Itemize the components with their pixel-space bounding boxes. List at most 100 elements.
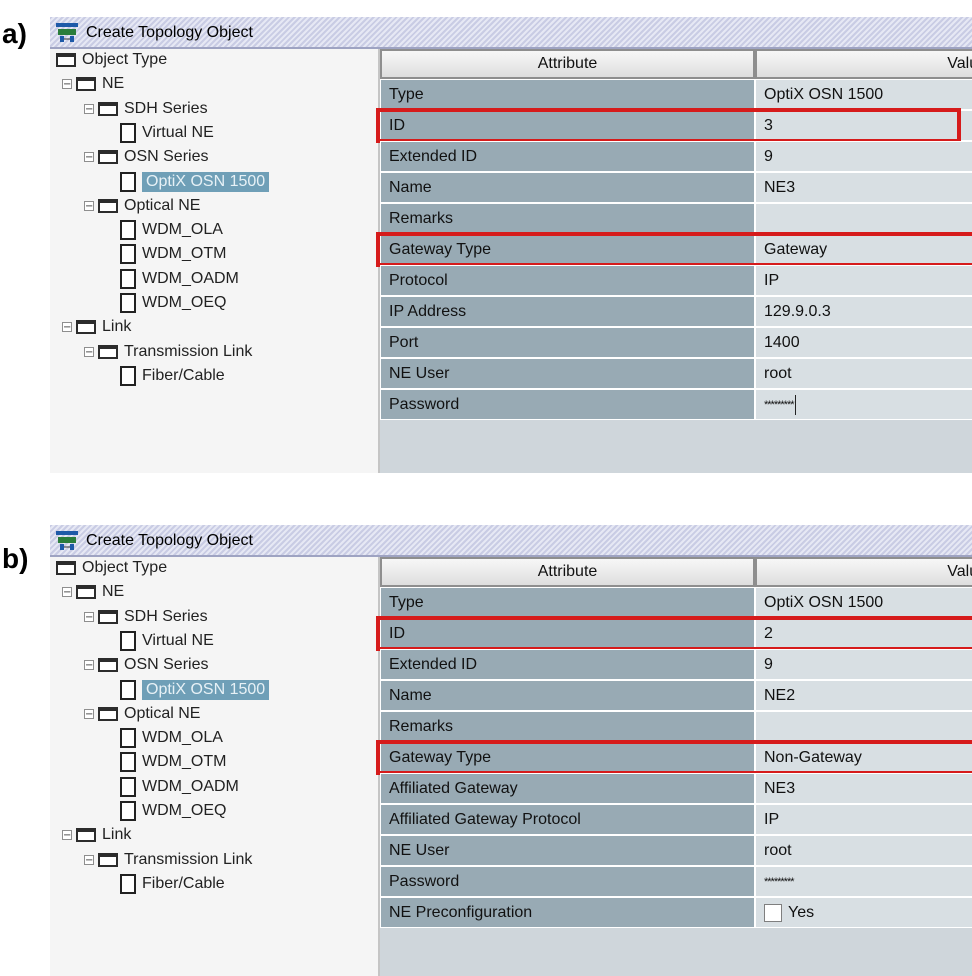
highlight-box (376, 740, 972, 775)
value-text: OptiX OSN 1500 (764, 593, 884, 611)
tree-node-label: WDM_OADM (142, 269, 239, 287)
value-text: NE3 (764, 779, 796, 797)
tree-node-label: WDM_OTM (142, 245, 227, 263)
tree-node-label: OSN Series (124, 148, 209, 166)
tree-node-label: WDM_OTM (142, 753, 227, 771)
value-cell[interactable]: root (755, 358, 972, 389)
collapse-toggle-icon[interactable]: − (84, 152, 94, 163)
tree-node-label: WDM_OLA (142, 729, 223, 747)
collapse-toggle-icon[interactable]: − (62, 322, 72, 333)
collapse-toggle-icon[interactable]: − (62, 830, 72, 841)
collapse-toggle-icon[interactable]: − (84, 611, 94, 622)
value-cell[interactable]: NE2 (755, 680, 972, 711)
tree-node[interactable]: − Transmission Link (84, 341, 252, 363)
attribute-grid: AttributeValueTypeOptiX OSN 1500ID3Exten… (376, 49, 972, 473)
tree-node-label: WDM_OEQ (142, 802, 227, 819)
topology-icon (56, 23, 78, 43)
folder-icon (98, 852, 118, 867)
collapse-toggle-icon[interactable]: − (84, 708, 94, 719)
collapse-toggle-icon[interactable]: − (84, 660, 94, 671)
header-value: Value (755, 557, 972, 587)
tree-node[interactable]: − Optical NE (84, 703, 200, 725)
tree-node-label: SDH Series (124, 607, 208, 625)
title-bar: Create Topology Object (50, 525, 972, 557)
tree-node[interactable]: − Transmission Link (84, 849, 252, 871)
value-cell[interactable]: 1400 (755, 327, 972, 358)
tree-node[interactable]: OptiX OSN 1500 (106, 679, 270, 701)
value-cell[interactable]: IP (755, 265, 972, 296)
attribute-cell: Password (380, 389, 755, 420)
collapse-toggle-icon[interactable]: − (84, 346, 94, 357)
tree-node[interactable]: WDM_OADM (106, 776, 239, 798)
tree-node[interactable]: − SDH Series (84, 98, 208, 120)
value-cell[interactable]: ********* (755, 389, 972, 420)
tree-node[interactable]: − SDH Series (84, 606, 208, 628)
tree-node[interactable]: − Link (62, 316, 131, 338)
tree-node[interactable]: − NE (62, 581, 124, 603)
folder-icon (56, 53, 76, 67)
value-cell[interactable]: 129.9.0.3 (755, 296, 972, 327)
value-text: IP (764, 810, 780, 828)
tree-node[interactable]: Object Type (56, 49, 167, 71)
folder-icon (56, 561, 76, 575)
value-cell[interactable]: OptiX OSN 1500 (755, 79, 972, 110)
document-icon (120, 220, 136, 241)
collapse-toggle-icon[interactable]: − (62, 587, 72, 598)
folder-icon (98, 609, 118, 624)
value-cell[interactable]: NE3 (755, 172, 972, 203)
value-text: OptiX OSN 1500 (764, 85, 884, 103)
value-cell[interactable]: Yes (755, 897, 972, 928)
tree-node[interactable]: WDM_OTM (106, 243, 226, 265)
value-cell[interactable]: 9 (755, 649, 972, 680)
panel-a-window: Create Topology Object Object Type − NE − SDH… (50, 17, 972, 473)
tree-node[interactable]: Fiber/Cable (106, 873, 225, 895)
value-text: NE3 (764, 178, 796, 196)
collapse-toggle-icon[interactable]: − (84, 103, 94, 114)
tree-node[interactable]: − OSN Series (84, 654, 208, 676)
value-cell[interactable]: OptiX OSN 1500 (755, 587, 972, 618)
value-cell[interactable]: ********* (755, 866, 972, 897)
tree-node[interactable]: WDM_OTM (106, 751, 226, 773)
tree-node[interactable]: WDM_OLA (106, 727, 223, 749)
tree-node[interactable]: Fiber/Cable (106, 365, 225, 387)
tree-node[interactable]: − OSN Series (84, 146, 208, 168)
value-cell[interactable]: IP (755, 804, 972, 835)
tree-node-label: OptiX OSN 1500 (142, 679, 270, 700)
collapse-toggle-icon[interactable]: − (84, 854, 94, 865)
attribute-cell: NE User (380, 358, 755, 389)
folder-icon (98, 150, 118, 165)
tree-node[interactable]: − Link (62, 824, 131, 846)
value-cell[interactable]: NE3 (755, 773, 972, 804)
tree-node[interactable]: WDM_OEQ (106, 800, 226, 822)
attribute-cell: IP Address (380, 296, 755, 327)
highlight-box (376, 108, 961, 143)
tree-node-label: Virtual NE (142, 123, 214, 141)
tree-node[interactable]: Object Type (56, 557, 167, 579)
value-cell[interactable] (755, 711, 972, 742)
highlight-box (376, 232, 972, 267)
collapse-toggle-icon[interactable]: − (62, 79, 72, 90)
tree-node[interactable]: OptiX OSN 1500 (106, 171, 270, 193)
preconfiguration-checkbox[interactable] (764, 903, 782, 922)
value-cell[interactable]: root (755, 835, 972, 866)
tree-node[interactable]: WDM_OADM (106, 268, 239, 290)
document-icon (120, 171, 136, 192)
value-cell[interactable]: 9 (755, 141, 972, 172)
attribute-cell: NE Preconfiguration (380, 897, 755, 928)
collapse-toggle-icon[interactable]: − (84, 200, 94, 211)
value-cell[interactable] (755, 203, 972, 234)
value-text: NE2 (764, 686, 796, 704)
tree-node[interactable]: Virtual NE (106, 630, 214, 652)
tree-node[interactable]: WDM_OLA (106, 219, 223, 241)
panel-a-label: a) (2, 18, 27, 49)
tree-node[interactable]: Virtual NE (106, 122, 214, 144)
attribute-cell: Extended ID (380, 141, 755, 172)
document-icon (120, 873, 136, 894)
tree-node[interactable]: − NE (62, 73, 124, 95)
attribute-grid: AttributeValueTypeOptiX OSN 1500ID2Exten… (376, 557, 972, 976)
tree-node-label: Fiber/Cable (142, 366, 225, 384)
tree-node[interactable]: WDM_OEQ (106, 292, 226, 314)
folder-icon (76, 828, 96, 843)
tree-node[interactable]: − Optical NE (84, 195, 200, 217)
document-icon (120, 679, 136, 700)
